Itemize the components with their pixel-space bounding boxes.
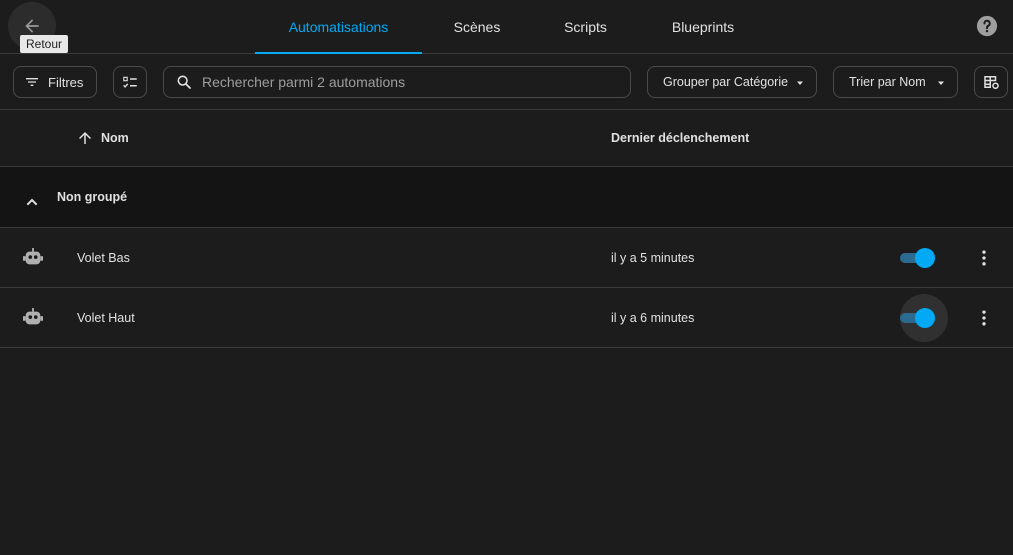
table-row[interactable]: Volet Bas il y a 5 minutes bbox=[0, 228, 1013, 288]
toggle-knob bbox=[915, 248, 935, 268]
tab-bar: Automatisations Scènes Scripts Blueprint… bbox=[255, 0, 767, 54]
automation-name: Volet Bas bbox=[77, 250, 130, 265]
sort-by-label: Trier par Nom bbox=[849, 75, 926, 89]
table-header: Nom Dernier déclenchement bbox=[0, 110, 1013, 167]
filters-button[interactable]: Filtres bbox=[13, 66, 97, 98]
help-button[interactable] bbox=[976, 15, 998, 37]
dots-vertical-icon bbox=[982, 310, 986, 326]
search-icon bbox=[177, 75, 191, 89]
last-triggered-value: il y a 6 minutes bbox=[611, 310, 695, 325]
tab-blueprints[interactable]: Blueprints bbox=[639, 0, 767, 54]
caret-down-icon bbox=[938, 81, 944, 85]
column-header-name[interactable]: Nom bbox=[76, 110, 129, 166]
checklist-icon bbox=[123, 76, 137, 88]
filter-icon bbox=[26, 78, 38, 86]
toolbar: Filtres Grouper par Catégorie Tr bbox=[0, 54, 1013, 110]
table-settings-button[interactable] bbox=[974, 66, 1008, 98]
tab-scenes[interactable]: Scènes bbox=[422, 0, 532, 54]
robot-icon bbox=[23, 308, 43, 325]
robot-icon bbox=[23, 248, 43, 265]
back-tooltip: Retour bbox=[20, 35, 69, 53]
column-header-last-triggered[interactable]: Dernier déclenchement bbox=[611, 110, 749, 166]
search-box bbox=[163, 66, 631, 98]
more-options-button[interactable] bbox=[972, 246, 996, 270]
tab-scripts[interactable]: Scripts bbox=[532, 0, 639, 54]
last-triggered-value: il y a 5 minutes bbox=[611, 250, 695, 265]
table-row[interactable]: Volet Haut il y a 6 minutes bbox=[0, 288, 1013, 348]
column-header-name-label: Nom bbox=[101, 131, 129, 145]
automations-page: Retour Automatisations Scènes Scripts Bl… bbox=[0, 0, 1013, 555]
arrow-up-icon bbox=[79, 132, 91, 144]
enable-toggle[interactable] bbox=[898, 248, 936, 268]
top-app-bar: Retour Automatisations Scènes Scripts Bl… bbox=[0, 0, 1013, 54]
enable-toggle[interactable] bbox=[898, 294, 948, 342]
dots-vertical-icon bbox=[982, 250, 986, 266]
more-options-button[interactable] bbox=[972, 306, 996, 330]
table-settings-icon bbox=[984, 76, 999, 90]
automation-name: Volet Haut bbox=[77, 310, 135, 325]
filters-label: Filtres bbox=[48, 74, 84, 90]
search-input[interactable] bbox=[202, 74, 622, 90]
arrow-left-icon bbox=[25, 19, 39, 33]
selection-mode-button[interactable] bbox=[113, 66, 147, 98]
sort-by-button[interactable]: Trier par Nom bbox=[833, 66, 958, 98]
group-by-label: Grouper par Catégorie bbox=[663, 75, 789, 89]
group-by-button[interactable]: Grouper par Catégorie bbox=[647, 66, 817, 98]
help-circle-icon bbox=[976, 15, 998, 37]
group-header-ungrouped[interactable]: Non groupé bbox=[0, 167, 1013, 228]
group-label: Non groupé bbox=[57, 190, 128, 204]
chevron-up-icon[interactable] bbox=[24, 194, 40, 210]
toggle-knob bbox=[915, 308, 935, 328]
tab-automations[interactable]: Automatisations bbox=[255, 0, 422, 54]
caret-down-icon bbox=[797, 81, 803, 85]
